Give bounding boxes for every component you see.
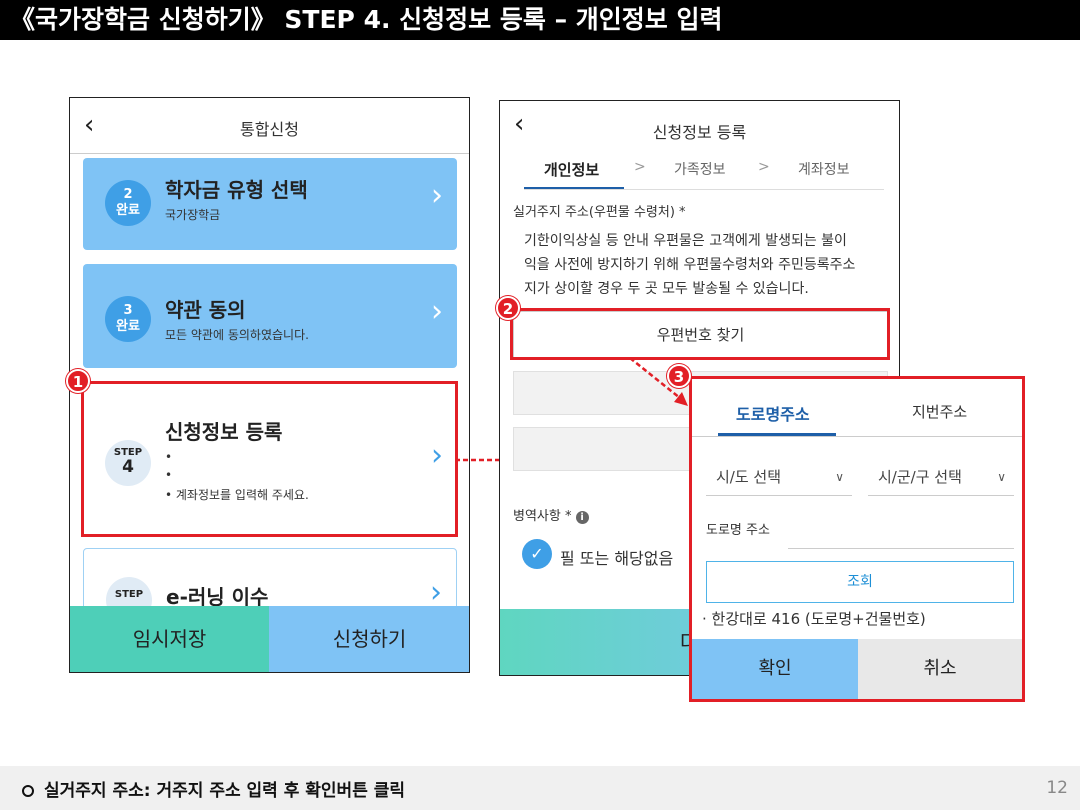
footer-instruction: 실거주지 주소: 거주지 주소 입력 후 확인버튼 클릭 <box>22 776 405 801</box>
address-label: 실거주지 주소(우편물 수령처) * <box>513 205 686 220</box>
notice-line: 기한이익상실 등 안내 우편물은 고객에게 발생되는 불이 <box>524 233 847 249</box>
notice-line: 익을 사전에 방지하기 위해 우편물수령처와 주민등록주소 <box>524 257 856 273</box>
chevron-right-icon: > <box>758 159 770 175</box>
annotation-number-2: 2 <box>496 296 520 320</box>
temp-save-button[interactable]: 임시저장 <box>70 606 269 672</box>
tab-road-address[interactable]: 도로명주소 <box>736 401 810 425</box>
tab-family-info[interactable]: 가족정보 <box>674 159 726 179</box>
chevron-right-icon: › <box>430 575 442 610</box>
annotation-number-1: 1 <box>66 369 90 393</box>
military-checkbox[interactable]: ✓ <box>522 539 552 569</box>
city-select[interactable]: 시/도 선택 ∨ <box>706 464 852 496</box>
card-subtitle: 국가장학금 <box>165 208 221 222</box>
notice-line: 지가 상이할 경우 두 곳 모두 발송될 수 있습니다. <box>524 281 809 297</box>
card-subtitle: 모든 약관에 동의하였습니다. <box>165 328 309 342</box>
card-type-select[interactable]: 2 완료 학자금 유형 선택 국가장학금 › <box>83 158 457 250</box>
status-badge: 3 완료 <box>105 296 151 342</box>
page-title: 《국가장학금 신청하기》 STEP 4. 신청정보 등록 – 개인정보 입력 <box>0 0 1080 40</box>
phone-header: ‹ 통합신청 <box>70 98 469 154</box>
search-button[interactable]: 조회 <box>706 561 1014 603</box>
highlight-step4 <box>81 381 458 537</box>
bottom-action-bar: 임시저장 신청하기 <box>70 606 469 672</box>
highlight-zip-button <box>510 308 890 360</box>
apply-button[interactable]: 신청하기 <box>269 606 469 672</box>
road-address-input[interactable] <box>788 529 1014 549</box>
footer-bar: 실거주지 주소: 거주지 주소 입력 후 확인버튼 클릭 12 <box>0 766 1080 810</box>
address-example: · 한강대로 416 (도로명+건물번호) <box>702 610 926 628</box>
cancel-button[interactable]: 취소 <box>858 639 1022 699</box>
annotation-number-3: 3 <box>667 364 691 388</box>
chevron-down-icon: ∨ <box>835 470 844 484</box>
chevron-down-icon: ∨ <box>997 470 1006 484</box>
tab-account-info[interactable]: 계좌정보 <box>798 159 850 179</box>
confirm-button[interactable]: 확인 <box>692 639 858 699</box>
tab-divider <box>524 189 884 190</box>
circle-bullet-icon <box>22 785 34 797</box>
status-badge: 2 완료 <box>105 180 151 226</box>
phone-header: ‹ 신청정보 등록 <box>500 101 899 151</box>
chevron-right-icon: › <box>431 178 443 213</box>
road-address-label: 도로명 주소 <box>706 523 770 538</box>
tab-personal-info[interactable]: 개인정보 <box>544 159 599 180</box>
chevron-right-icon: › <box>431 294 443 329</box>
tab-lot-address[interactable]: 지번주소 <box>912 401 967 422</box>
info-icon: i <box>575 511 589 524</box>
military-option-label: 필 또는 해당없음 <box>560 549 674 568</box>
card-title: 학자금 유형 선택 <box>165 178 308 202</box>
checkmark-icon: ✓ <box>530 544 544 563</box>
military-label: 병역사항 * i <box>513 505 589 524</box>
header-title: 신청정보 등록 <box>652 123 747 142</box>
district-select[interactable]: 시/군/구 선택 ∨ <box>868 464 1014 496</box>
card-terms-agree[interactable]: 3 완료 약관 동의 모든 약관에 동의하였습니다. › <box>83 264 457 368</box>
header-title: 통합신청 <box>240 120 299 139</box>
address-search-popup: 도로명주소 지번주소 시/도 선택 ∨ 시/군/구 선택 ∨ 도로명 주소 조회 ·… <box>689 376 1025 702</box>
tab-divider <box>692 436 1022 437</box>
chevron-right-icon: > <box>634 159 646 175</box>
card-title: 약관 동의 <box>165 298 246 322</box>
page-number: 12 <box>1046 778 1068 798</box>
